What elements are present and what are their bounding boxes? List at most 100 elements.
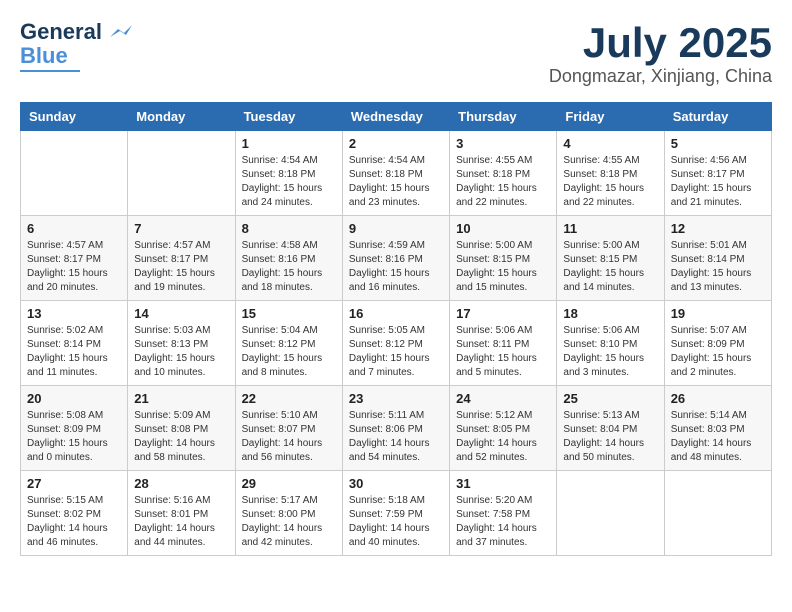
calendar-cell: 5Sunrise: 4:56 AM Sunset: 8:17 PM Daylig… bbox=[664, 131, 771, 216]
weekday-header-sunday: Sunday bbox=[21, 103, 128, 131]
calendar-cell: 10 Sunrise: 5:00 AM Sunset: 8:15 PM Dayli… bbox=[450, 216, 557, 301]
day-info: Sunrise: 5:06 AM Sunset: 8:10 PM Dayligh… bbox=[563, 324, 657, 380]
day-number: 3 bbox=[456, 136, 550, 151]
logo-bird-icon bbox=[110, 25, 132, 41]
day-info: Sunrise: 4:55 AM Sunset: 8:18 PM Dayligh… bbox=[456, 154, 550, 210]
calendar-cell: 30 Sunrise: 5:18 AM Sunset: 7:59 PM Dayli… bbox=[342, 471, 449, 556]
day-number: 27 bbox=[27, 476, 121, 491]
day-number: 9 bbox=[349, 221, 443, 236]
calendar-cell: 18 Sunrise: 5:06 AM Sunset: 8:10 PM Dayli… bbox=[557, 301, 664, 386]
day-number: 7 bbox=[134, 221, 228, 236]
calendar-cell bbox=[21, 131, 128, 216]
day-number: 10 bbox=[456, 221, 550, 236]
day-number: 6 bbox=[27, 221, 121, 236]
day-number: 1 bbox=[242, 136, 336, 151]
calendar-cell: 22 Sunrise: 5:10 AM Sunset: 8:07 PM Dayli… bbox=[235, 386, 342, 471]
logo-general: General bbox=[20, 19, 102, 44]
day-number: 26 bbox=[671, 391, 765, 406]
calendar-cell: 24 Sunrise: 5:12 AM Sunset: 8:05 PM Dayli… bbox=[450, 386, 557, 471]
calendar-cell: 9 Sunrise: 4:59 AM Sunset: 8:16 PM Daylig… bbox=[342, 216, 449, 301]
day-info: Sunrise: 4:54 AM Sunset: 8:18 PM Dayligh… bbox=[349, 154, 443, 210]
month-title: July 2025 bbox=[549, 20, 772, 66]
weekday-header-thursday: Thursday bbox=[450, 103, 557, 131]
day-info: Sunrise: 5:15 AM Sunset: 8:02 PM Dayligh… bbox=[27, 494, 121, 550]
day-info: Sunrise: 5:12 AM Sunset: 8:05 PM Dayligh… bbox=[456, 409, 550, 465]
day-number: 15 bbox=[242, 306, 336, 321]
day-info: Sunrise: 4:56 AM Sunset: 8:17 PM Dayligh… bbox=[671, 154, 765, 210]
day-info: Sunrise: 5:00 AM Sunset: 8:15 PM Dayligh… bbox=[456, 239, 550, 295]
calendar-week-row: 20Sunrise: 5:08 AM Sunset: 8:09 PM Dayli… bbox=[21, 386, 772, 471]
logo-blue: Blue bbox=[20, 44, 68, 68]
calendar-cell bbox=[664, 471, 771, 556]
calendar-cell: 28 Sunrise: 5:16 AM Sunset: 8:01 PM Dayli… bbox=[128, 471, 235, 556]
day-number: 2 bbox=[349, 136, 443, 151]
title-block: July 2025 Dongmazar, Xinjiang, China bbox=[549, 20, 772, 87]
calendar-cell: 27 Sunrise: 5:15 AM Sunset: 8:02 PM Dayli… bbox=[21, 471, 128, 556]
day-info: Sunrise: 4:54 AM Sunset: 8:18 PM Dayligh… bbox=[242, 154, 336, 210]
calendar-week-row: 6 Sunrise: 4:57 AM Sunset: 8:17 PM Daylig… bbox=[21, 216, 772, 301]
day-number: 13 bbox=[27, 306, 121, 321]
day-number: 30 bbox=[349, 476, 443, 491]
day-info: Sunrise: 5:03 AM Sunset: 8:13 PM Dayligh… bbox=[134, 324, 228, 380]
day-info: Sunrise: 5:11 AM Sunset: 8:06 PM Dayligh… bbox=[349, 409, 443, 465]
calendar-cell: 15Sunrise: 5:04 AM Sunset: 8:12 PM Dayli… bbox=[235, 301, 342, 386]
day-number: 14 bbox=[134, 306, 228, 321]
day-number: 12 bbox=[671, 221, 765, 236]
day-info: Sunrise: 5:14 AM Sunset: 8:03 PM Dayligh… bbox=[671, 409, 765, 465]
calendar-cell: 23 Sunrise: 5:11 AM Sunset: 8:06 PM Dayli… bbox=[342, 386, 449, 471]
weekday-header-wednesday: Wednesday bbox=[342, 103, 449, 131]
day-number: 23 bbox=[349, 391, 443, 406]
calendar-cell: 3 Sunrise: 4:55 AM Sunset: 8:18 PM Daylig… bbox=[450, 131, 557, 216]
day-number: 11 bbox=[563, 221, 657, 236]
day-number: 29 bbox=[242, 476, 336, 491]
calendar-cell: 14 Sunrise: 5:03 AM Sunset: 8:13 PM Dayli… bbox=[128, 301, 235, 386]
calendar-cell: 21 Sunrise: 5:09 AM Sunset: 8:08 PM Dayli… bbox=[128, 386, 235, 471]
day-info: Sunrise: 5:18 AM Sunset: 7:59 PM Dayligh… bbox=[349, 494, 443, 550]
day-info: Sunrise: 4:55 AM Sunset: 8:18 PM Dayligh… bbox=[563, 154, 657, 210]
day-info: Sunrise: 4:59 AM Sunset: 8:16 PM Dayligh… bbox=[349, 239, 443, 295]
calendar-cell: 20Sunrise: 5:08 AM Sunset: 8:09 PM Dayli… bbox=[21, 386, 128, 471]
logo-divider bbox=[20, 70, 80, 72]
day-info: Sunrise: 5:20 AM Sunset: 7:58 PM Dayligh… bbox=[456, 494, 550, 550]
day-number: 22 bbox=[242, 391, 336, 406]
weekday-header-row: SundayMondayTuesdayWednesdayThursdayFrid… bbox=[21, 103, 772, 131]
calendar-cell: 25 Sunrise: 5:13 AM Sunset: 8:04 PM Dayli… bbox=[557, 386, 664, 471]
day-info: Sunrise: 5:16 AM Sunset: 8:01 PM Dayligh… bbox=[134, 494, 228, 550]
day-info: Sunrise: 5:06 AM Sunset: 8:11 PM Dayligh… bbox=[456, 324, 550, 380]
calendar-cell: 7 Sunrise: 4:57 AM Sunset: 8:17 PM Daylig… bbox=[128, 216, 235, 301]
day-info: Sunrise: 4:57 AM Sunset: 8:17 PM Dayligh… bbox=[27, 239, 121, 295]
day-number: 25 bbox=[563, 391, 657, 406]
day-info: Sunrise: 5:08 AM Sunset: 8:09 PM Dayligh… bbox=[27, 409, 121, 465]
day-number: 24 bbox=[456, 391, 550, 406]
weekday-header-saturday: Saturday bbox=[664, 103, 771, 131]
calendar-cell: 11 Sunrise: 5:00 AM Sunset: 8:15 PM Dayli… bbox=[557, 216, 664, 301]
weekday-header-monday: Monday bbox=[128, 103, 235, 131]
calendar-cell: 6 Sunrise: 4:57 AM Sunset: 8:17 PM Daylig… bbox=[21, 216, 128, 301]
day-info: Sunrise: 5:07 AM Sunset: 8:09 PM Dayligh… bbox=[671, 324, 765, 380]
calendar-cell bbox=[557, 471, 664, 556]
day-info: Sunrise: 5:05 AM Sunset: 8:12 PM Dayligh… bbox=[349, 324, 443, 380]
day-info: Sunrise: 5:00 AM Sunset: 8:15 PM Dayligh… bbox=[563, 239, 657, 295]
day-number: 28 bbox=[134, 476, 228, 491]
calendar-cell: 19Sunrise: 5:07 AM Sunset: 8:09 PM Dayli… bbox=[664, 301, 771, 386]
day-number: 17 bbox=[456, 306, 550, 321]
calendar-cell: 12 Sunrise: 5:01 AM Sunset: 8:14 PM Dayli… bbox=[664, 216, 771, 301]
calendar-cell: 4Sunrise: 4:55 AM Sunset: 8:18 PM Daylig… bbox=[557, 131, 664, 216]
calendar-week-row: 1 Sunrise: 4:54 AM Sunset: 8:18 PM Daylig… bbox=[21, 131, 772, 216]
calendar-cell: 1 Sunrise: 4:54 AM Sunset: 8:18 PM Daylig… bbox=[235, 131, 342, 216]
day-info: Sunrise: 5:01 AM Sunset: 8:14 PM Dayligh… bbox=[671, 239, 765, 295]
day-info: Sunrise: 4:58 AM Sunset: 8:16 PM Dayligh… bbox=[242, 239, 336, 295]
day-info: Sunrise: 5:09 AM Sunset: 8:08 PM Dayligh… bbox=[134, 409, 228, 465]
day-number: 21 bbox=[134, 391, 228, 406]
day-info: Sunrise: 5:13 AM Sunset: 8:04 PM Dayligh… bbox=[563, 409, 657, 465]
day-number: 16 bbox=[349, 306, 443, 321]
day-info: Sunrise: 4:57 AM Sunset: 8:17 PM Dayligh… bbox=[134, 239, 228, 295]
day-number: 31 bbox=[456, 476, 550, 491]
day-info: Sunrise: 5:10 AM Sunset: 8:07 PM Dayligh… bbox=[242, 409, 336, 465]
logo: General Blue bbox=[20, 20, 132, 72]
calendar-cell: 17 Sunrise: 5:06 AM Sunset: 8:11 PM Dayli… bbox=[450, 301, 557, 386]
calendar-cell: 13Sunrise: 5:02 AM Sunset: 8:14 PM Dayli… bbox=[21, 301, 128, 386]
day-number: 18 bbox=[563, 306, 657, 321]
page-header: General Blue July 2025 Dongmazar, Xinjia… bbox=[20, 20, 772, 87]
calendar-week-row: 27 Sunrise: 5:15 AM Sunset: 8:02 PM Dayli… bbox=[21, 471, 772, 556]
